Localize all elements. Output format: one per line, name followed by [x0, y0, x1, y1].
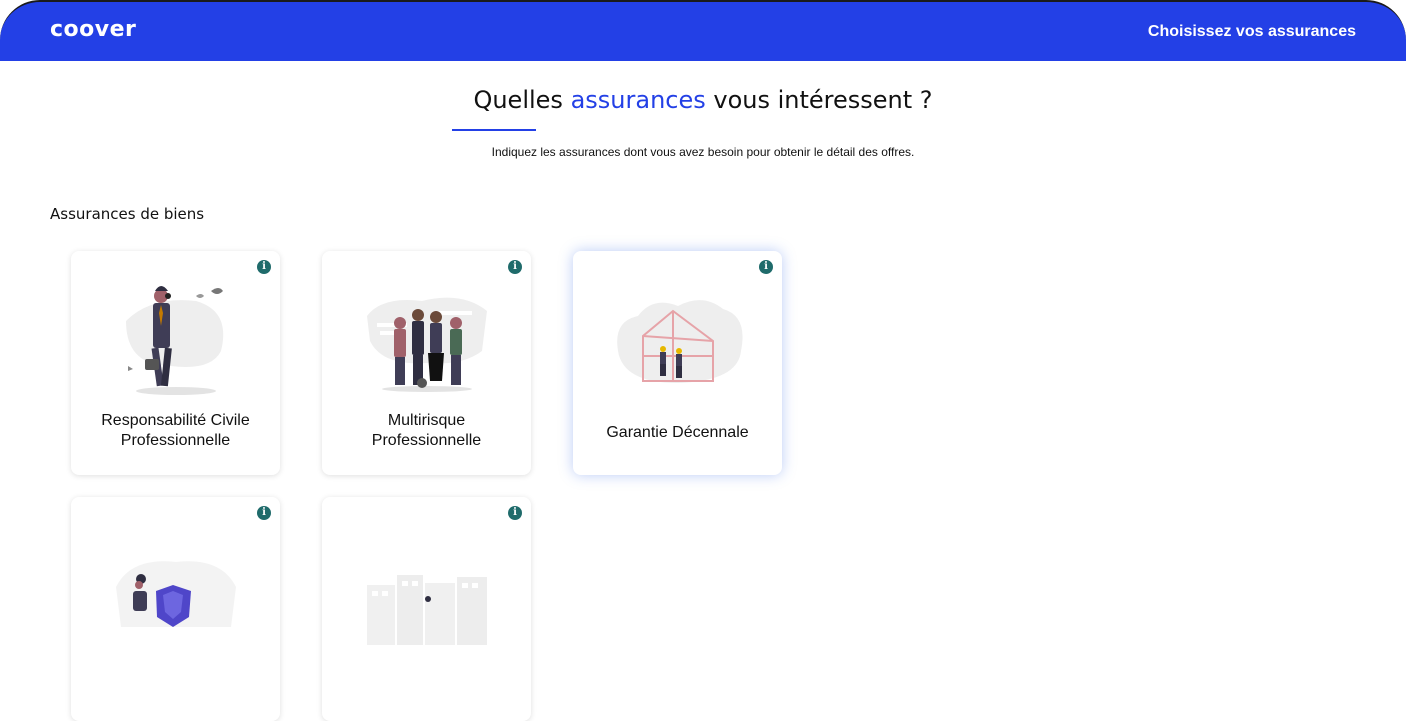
businessman-phone-illustration — [126, 286, 224, 395]
title-part-2: vous intéressent ? — [705, 86, 933, 114]
insurance-card-decennale[interactable]: i Garantie Décennale — [573, 251, 782, 475]
page-subtitle: Indiquez les assurances dont vous avez b… — [491, 145, 915, 159]
section-heading: Assurances de biens — [50, 205, 205, 223]
insurance-card-5[interactable]: i — [322, 497, 531, 721]
coover-logo[interactable]: coover — [50, 17, 136, 42]
title-underline — [452, 129, 536, 131]
top-navbar: coover Choisissez vos assurances — [0, 0, 1406, 61]
card-label: Multirisque Professionnelle — [371, 412, 482, 449]
insurance-card-4[interactable]: i — [71, 497, 280, 721]
choose-insurance-link[interactable]: Choisissez vos assurances — [1148, 23, 1356, 41]
info-icon[interactable]: i — [257, 260, 271, 274]
info-icon[interactable]: i — [759, 260, 773, 274]
person-shield-illustration — [116, 561, 236, 627]
info-icon[interactable]: i — [508, 506, 522, 520]
title-accent: assurances — [570, 86, 706, 114]
insurance-card-rc-pro[interactable]: i Responsabilité Civile Professionnelle — [71, 251, 280, 475]
insurance-card-multirisque[interactable]: i Multirisque Professionnelle — [322, 251, 531, 475]
page-title: Quelles assurances vous intéressent ? — [0, 86, 1406, 114]
team-group-illustration — [367, 297, 487, 392]
house-construction-illustration — [617, 300, 743, 383]
buildings-illustration — [367, 575, 487, 645]
info-icon[interactable]: i — [508, 260, 522, 274]
card-label: Responsabilité Civile Professionnelle — [101, 412, 250, 449]
info-icon[interactable]: i — [257, 506, 271, 520]
card-label: Garantie Décennale — [606, 424, 749, 441]
title-part-1: Quelles — [473, 86, 571, 114]
